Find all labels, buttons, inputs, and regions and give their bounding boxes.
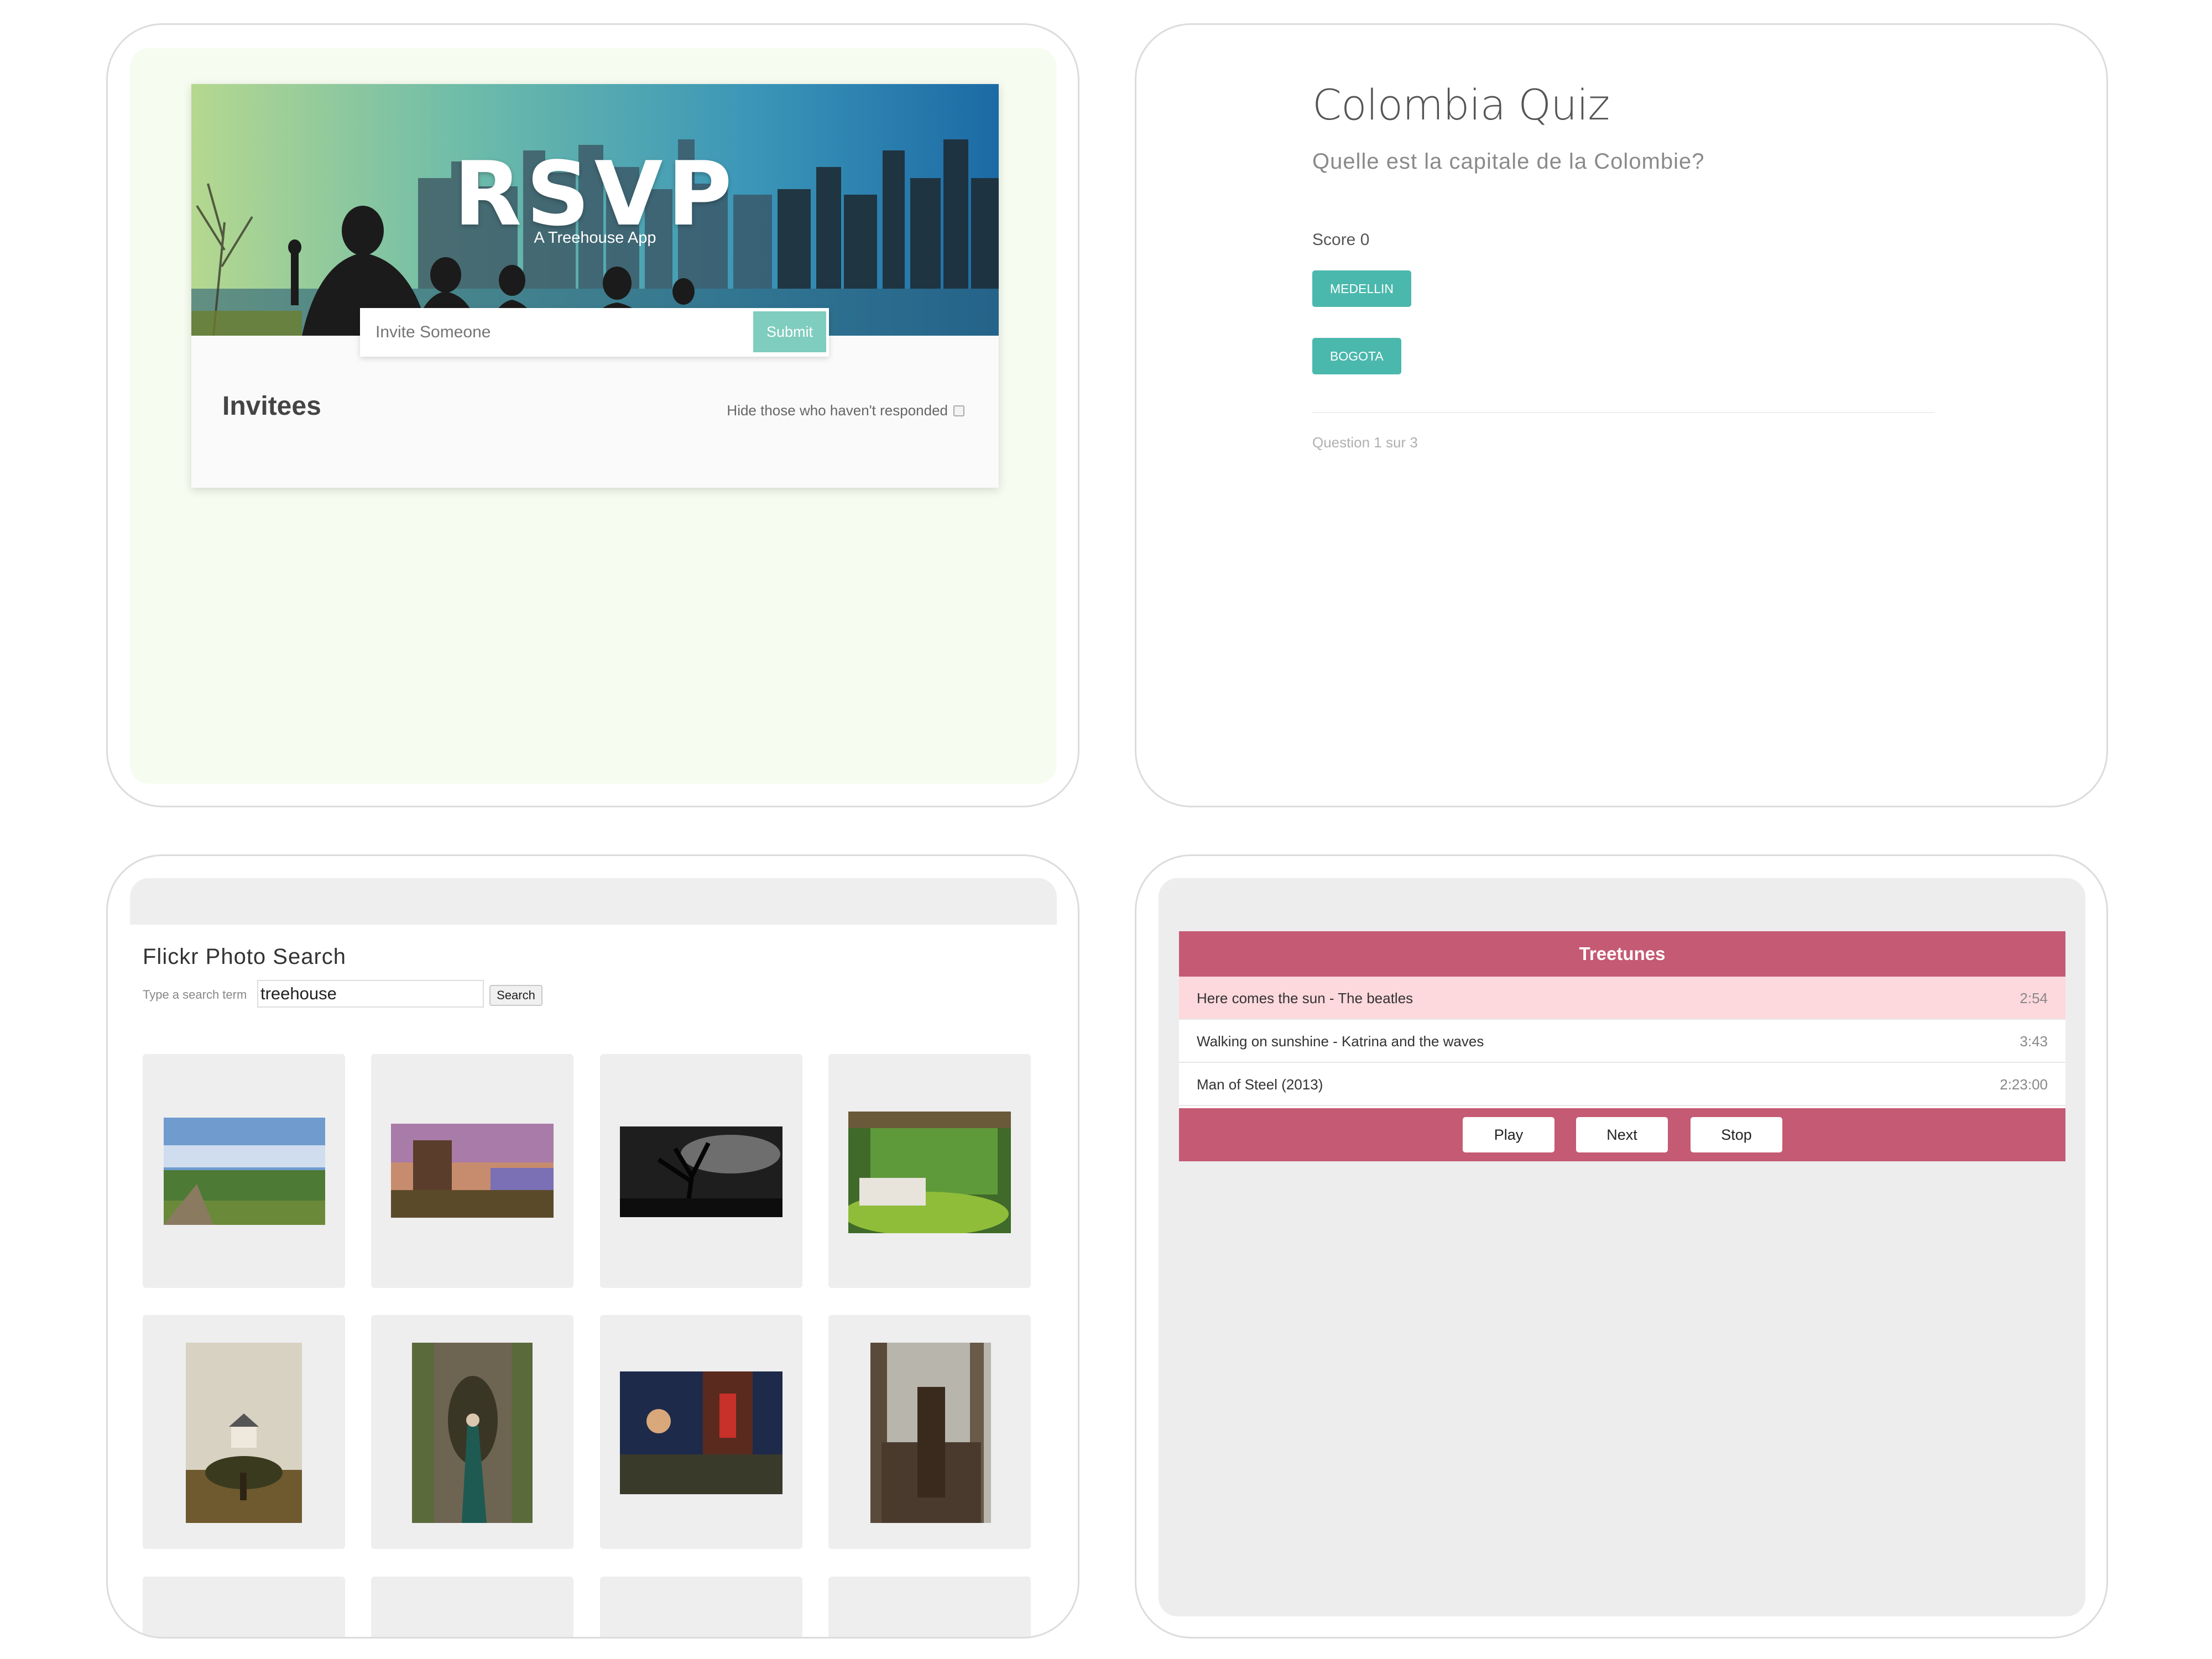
photo-tile[interactable]	[143, 1577, 345, 1637]
quiz-progress: Question 1 sur 3	[1312, 434, 1418, 451]
search-button[interactable]: Search	[489, 985, 542, 1006]
quiz-title: Colombia Quiz	[1312, 80, 1610, 129]
photo-tile[interactable]	[371, 1315, 573, 1549]
play-button[interactable]: Play	[1463, 1117, 1554, 1152]
song-row[interactable]: Here comes the sun - The beatles 2:54	[1179, 977, 2065, 1020]
treetunes-app-frame: Treetunes Here comes the sun - The beatl…	[1135, 854, 2108, 1639]
player-controls: Play Next Stop	[1179, 1108, 2065, 1161]
song-row[interactable]: Walking on sunshine - Katrina and the wa…	[1179, 1020, 2065, 1063]
rsvp-subtitle: A Treehouse App	[534, 229, 656, 247]
rsvp-invite-form: Submit	[360, 308, 829, 357]
song-duration: 2:23:00	[2000, 1076, 2048, 1093]
song-name: Here comes the sun - The beatles	[1197, 990, 1413, 1006]
song-duration: 2:54	[2020, 990, 2048, 1006]
photo-tile[interactable]	[828, 1577, 1031, 1637]
rsvp-app-frame: RSVP A Treehouse App Submit Invitees Hid…	[106, 23, 1079, 807]
valley-landscape-photo	[164, 1118, 325, 1225]
invitees-heading: Invitees	[222, 392, 321, 421]
quiz-app-frame: Colombia Quiz Quelle est la capitale de …	[1135, 23, 2108, 807]
search-input[interactable]	[257, 980, 484, 1008]
quiz-question: Quelle est la capitale de la Colombie?	[1312, 149, 1705, 174]
song-name: Man of Steel (2013)	[1197, 1076, 1323, 1093]
photo-tile[interactable]	[371, 1577, 573, 1637]
song-duration: 3:43	[2020, 1033, 2048, 1050]
flickr-top-bar	[130, 878, 1057, 925]
next-button[interactable]: Next	[1576, 1117, 1668, 1152]
person-in-tree-photo	[412, 1343, 533, 1523]
night-forest-scene-photo	[620, 1371, 782, 1494]
choice-bogota-button[interactable]: BOGOTA	[1312, 338, 1401, 374]
quiz-divider	[1312, 412, 1934, 413]
house-on-tree-photo	[186, 1343, 302, 1523]
treehouse-bedroom-photo	[848, 1112, 1011, 1233]
flickr-app-frame: Flickr Photo Search Type a search term S…	[106, 854, 1079, 1639]
stop-button[interactable]: Stop	[1691, 1117, 1782, 1152]
search-label: Type a search term	[143, 988, 247, 1001]
choice-medellin-button[interactable]: MEDELLIN	[1312, 270, 1412, 307]
photo-tile[interactable]	[828, 1054, 1031, 1288]
photo-tile[interactable]	[143, 1054, 345, 1288]
treetunes-player: Treetunes Here comes the sun - The beatl…	[1179, 931, 2065, 1161]
photo-tile[interactable]	[600, 1577, 802, 1637]
song-name: Walking on sunshine - Katrina and the wa…	[1197, 1033, 1484, 1050]
photo-tile[interactable]	[828, 1315, 1031, 1549]
quiz-score: Score 0	[1312, 231, 1370, 249]
photo-tile[interactable]	[600, 1054, 802, 1288]
photo-tile[interactable]	[600, 1315, 802, 1549]
dark-tree-photo	[620, 1126, 782, 1217]
castle-sunset-photo	[391, 1124, 554, 1218]
submit-button[interactable]: Submit	[753, 311, 826, 352]
invite-input[interactable]	[360, 308, 749, 357]
song-row[interactable]: Man of Steel (2013) 2:23:00	[1179, 1063, 2065, 1106]
wooden-treehouse-photo	[870, 1343, 991, 1523]
photo-tile[interactable]	[371, 1054, 573, 1288]
rsvp-card: RSVP A Treehouse App Submit Invitees Hid…	[191, 84, 999, 488]
photo-tile[interactable]	[143, 1315, 345, 1549]
hide-unresponded-label: Hide those who haven't responded	[727, 402, 948, 419]
flickr-title: Flickr Photo Search	[143, 945, 347, 969]
hide-unresponded-checkbox[interactable]	[953, 405, 964, 416]
hide-unresponded-filter: Hide those who haven't responded	[727, 402, 964, 419]
treetunes-title: Treetunes	[1179, 931, 2065, 977]
